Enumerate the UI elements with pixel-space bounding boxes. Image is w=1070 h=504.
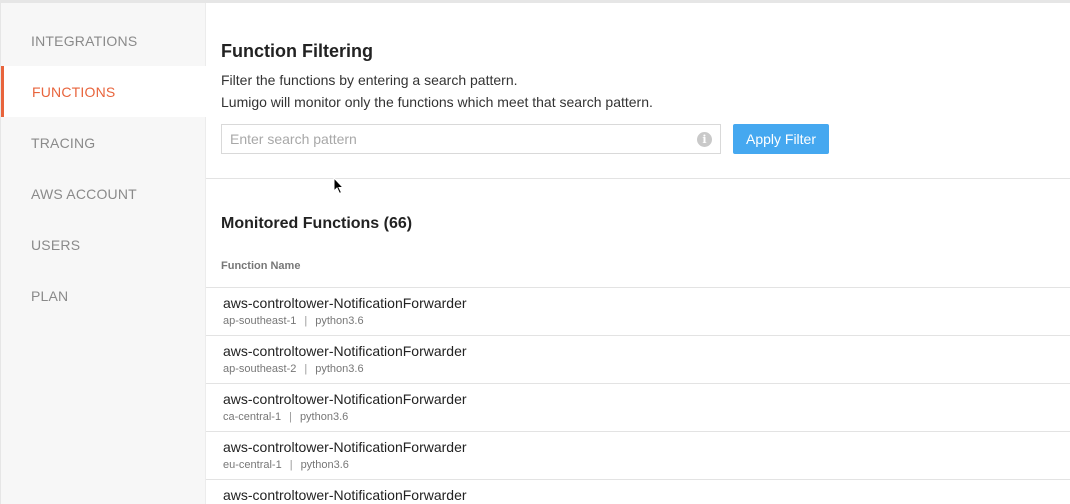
filter-description-line-2: Lumigo will monitor only the functions w… (221, 94, 653, 110)
table-row[interactable]: aws-controltower-NotificationForwarder a… (206, 335, 1070, 383)
functions-panel: Function Filtering Filter the functions … (206, 3, 1070, 504)
apply-filter-button[interactable]: Apply Filter (733, 124, 829, 154)
function-name: aws-controltower-NotificationForwarder (223, 487, 467, 503)
column-header-function-name[interactable]: Function Name (221, 260, 300, 272)
info-icon[interactable]: i (697, 132, 712, 147)
meta-separator: | (289, 459, 293, 471)
meta-separator: | (304, 363, 308, 375)
functions-table: aws-controltower-NotificationForwarder a… (206, 287, 1070, 504)
function-name: aws-controltower-NotificationForwarder (223, 439, 467, 455)
sidebar-item-users[interactable]: USERS (1, 219, 206, 270)
meta-separator: | (304, 315, 308, 327)
function-meta: ap-southeast-1 | python3.6 (223, 315, 1070, 328)
search-field: i (221, 124, 721, 154)
function-region: eu-central-1 (223, 459, 282, 471)
function-runtime: python3.6 (299, 411, 349, 423)
function-name: aws-controltower-NotificationForwarder (223, 391, 467, 407)
table-row[interactable]: aws-controltower-NotificationForwarder c… (206, 383, 1070, 431)
function-meta: ap-southeast-2 | python3.6 (223, 363, 1070, 376)
function-region: ap-southeast-1 (223, 315, 297, 327)
function-name: aws-controltower-NotificationForwarder (223, 295, 467, 311)
function-region: ca-central-1 (223, 411, 282, 423)
settings-sidebar: INTEGRATIONS FUNCTIONS TRACING AWS ACCOU… (1, 3, 206, 504)
sidebar-item-plan[interactable]: PLAN (1, 270, 206, 321)
search-input[interactable] (222, 125, 720, 153)
page-title: Function Filtering (221, 41, 373, 61)
function-runtime: python3.6 (315, 363, 364, 375)
function-name: aws-controltower-NotificationForwarder (223, 343, 467, 359)
function-meta: ca-central-1 | python3.6 (223, 411, 1070, 424)
sidebar-item-integrations[interactable]: INTEGRATIONS (1, 15, 206, 66)
function-runtime: python3.6 (315, 315, 364, 327)
function-meta: eu-central-1 | python3.6 (223, 459, 1070, 472)
table-row[interactable]: aws-controltower-NotificationForwarder a… (206, 287, 1070, 335)
sidebar-item-tracing[interactable]: TRACING (1, 117, 206, 168)
table-row[interactable]: aws-controltower-NotificationForwarder e… (206, 431, 1070, 479)
mouse-cursor-icon (333, 177, 345, 195)
function-runtime: python3.6 (300, 459, 349, 471)
table-row[interactable]: aws-controltower-NotificationForwarder (206, 479, 1070, 504)
sidebar-item-aws-account[interactable]: AWS ACCOUNT (1, 168, 206, 219)
meta-separator: | (289, 411, 292, 423)
monitored-functions-title: Monitored Functions (66) (221, 215, 413, 232)
function-region: ap-southeast-2 (223, 363, 297, 375)
sidebar-item-functions[interactable]: FUNCTIONS (1, 66, 206, 117)
filter-description-line-1: Filter the functions by entering a searc… (221, 72, 518, 88)
